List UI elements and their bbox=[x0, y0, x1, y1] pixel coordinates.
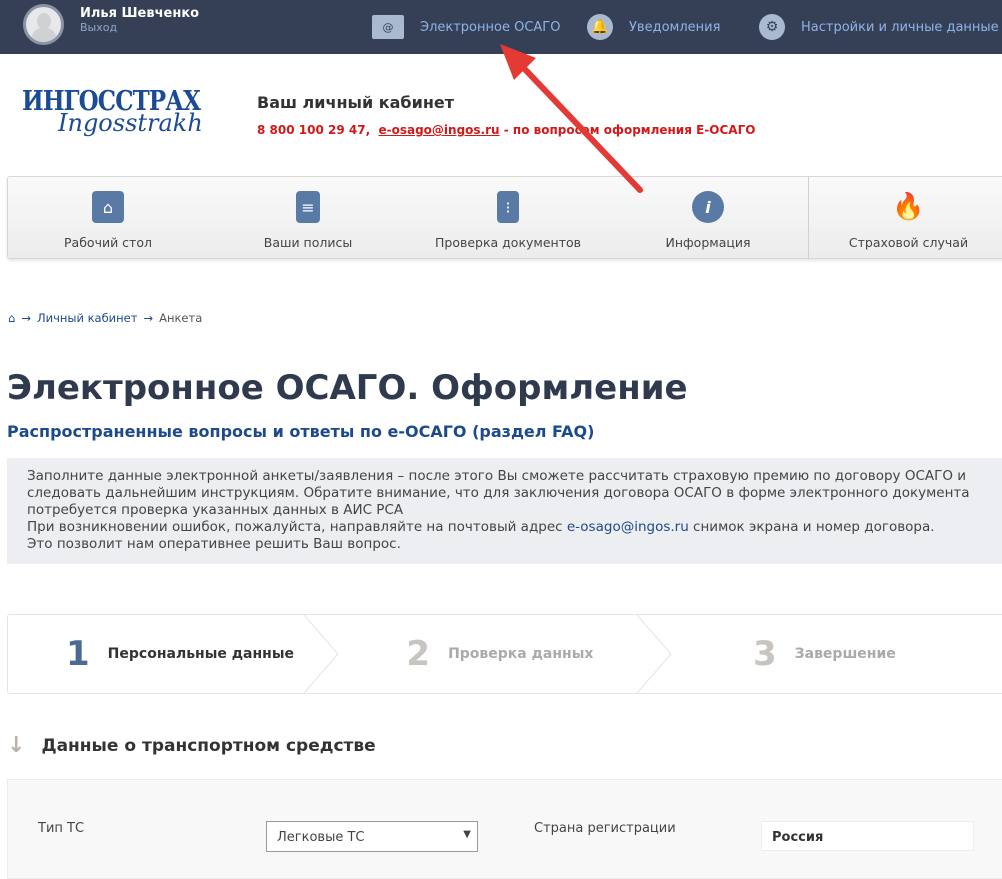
vehicle-type-select[interactable]: Легковые ТС ▼ bbox=[266, 821, 478, 852]
section-title: Данные о транспортном средстве bbox=[41, 735, 376, 756]
nav-settings[interactable]: ⚙ Настройки и личные данные bbox=[759, 0, 999, 54]
nav-label: Уведомления bbox=[629, 19, 721, 35]
nav-label: Настройки и личные данные bbox=[801, 19, 999, 35]
gear-icon: ⚙ bbox=[759, 14, 785, 40]
breadcrumb-separator: → bbox=[21, 311, 31, 325]
info-box: Заполните данные электронной анкеты/заяв… bbox=[7, 458, 1002, 564]
logo-text-ru: ИНГОССТРАХ bbox=[22, 86, 201, 117]
breadcrumb-current: Анкета bbox=[159, 311, 203, 325]
avatar[interactable] bbox=[23, 4, 64, 45]
nav-policies[interactable]: ≡ Ваши полисы bbox=[208, 177, 408, 258]
nav-information[interactable]: i Информация bbox=[608, 177, 808, 258]
calculator-icon: ⁝ bbox=[497, 191, 519, 223]
nav-label: Информация bbox=[665, 235, 751, 250]
nav-label: Рабочий стол bbox=[64, 235, 152, 250]
step-number: 1 bbox=[66, 634, 90, 674]
caret-down-icon: ▼ bbox=[463, 829, 471, 840]
step-number: 3 bbox=[753, 634, 777, 674]
contact-line: 8 800 100 29 47, e-osago@ingos.ru - по в… bbox=[257, 123, 756, 137]
faq-link[interactable]: Распространенные вопросы и ответы по е-О… bbox=[7, 422, 594, 441]
document-icon: ≡ bbox=[296, 191, 320, 223]
info-icon: i bbox=[692, 191, 724, 223]
envelope-icon: @ bbox=[372, 15, 404, 39]
step-label: Проверка данных bbox=[448, 646, 594, 662]
country-label: Страна регистрации bbox=[534, 821, 676, 836]
info-text: Это позволит нам оперативнее решить Ваш … bbox=[27, 536, 401, 552]
phone: 8 800 100 29 47 bbox=[257, 123, 366, 137]
step-chevron bbox=[304, 615, 340, 693]
step-label: Персональные данные bbox=[107, 646, 295, 662]
top-bar: Илья Шевченко Выход @ Электронное ОСАГО 🔔… bbox=[0, 0, 1002, 54]
logout-link[interactable]: Выход bbox=[80, 21, 117, 34]
vehicle-type-label: Тип ТС bbox=[38, 821, 85, 836]
step-number: 2 bbox=[406, 634, 431, 674]
step-finish[interactable]: 3 Завершение bbox=[673, 615, 1002, 693]
step-data-check[interactable]: 2 Проверка данных bbox=[340, 615, 673, 693]
arrow-down-icon: ↓ bbox=[7, 733, 26, 758]
email-link[interactable]: e-osago@ingos.ru bbox=[378, 123, 499, 137]
flame-icon: 🔥 bbox=[892, 192, 925, 222]
user-name: Илья Шевченко bbox=[80, 6, 200, 21]
step-chevron bbox=[636, 615, 672, 693]
section-header: ↓ Данные о транспортном средстве bbox=[7, 733, 376, 758]
step-personal-data[interactable]: 1 Персональные данные bbox=[8, 615, 340, 693]
info-email-link[interactable]: e-osago@ingos.ru bbox=[567, 519, 689, 535]
nav-label: Ваши полисы bbox=[263, 235, 353, 250]
nav-e-osago[interactable]: @ Электронное ОСАГО bbox=[372, 0, 560, 54]
desktop-icon: ⌂ bbox=[92, 191, 124, 223]
breadcrumb-cabinet[interactable]: Личный кабинет bbox=[37, 311, 138, 325]
breadcrumb: ⌂ → Личный кабинет → Анкета bbox=[8, 311, 202, 325]
ingosstrakh-logo[interactable]: ИНГОССТРАХ Ingosstrakh bbox=[22, 86, 232, 137]
bell-icon: 🔔 bbox=[587, 14, 613, 40]
info-text-part: снимок экрана и номер договора. bbox=[688, 519, 935, 535]
nav-label: Страховой случай bbox=[848, 235, 969, 250]
country-field[interactable]: Россия bbox=[761, 821, 974, 851]
breadcrumb-separator: → bbox=[143, 311, 154, 325]
page-title: Электронное ОСАГО. Оформление bbox=[7, 368, 688, 408]
nav-desktop[interactable]: ⌂ Рабочий стол bbox=[8, 177, 208, 258]
step-label: Завершение bbox=[794, 646, 896, 662]
nav-notifications[interactable]: 🔔 Уведомления bbox=[587, 0, 720, 54]
select-value: Легковые ТС bbox=[277, 830, 365, 845]
contact-note: - по вопросам оформления Е-ОСАГО bbox=[503, 123, 756, 137]
home-icon[interactable]: ⌂ bbox=[8, 311, 15, 325]
nav-documents-check[interactable]: ⁝ Проверка документов bbox=[408, 177, 608, 258]
nav-label: Проверка документов bbox=[435, 235, 581, 250]
nav-insurance-case[interactable]: 🔥 Страховой случай bbox=[808, 177, 1002, 258]
main-nav: ⌂ Рабочий стол ≡ Ваши полисы ⁝ Проверка док… bbox=[7, 176, 1002, 259]
info-text-part: При возникновении ошибок, пожалуйста, на… bbox=[27, 519, 567, 535]
info-text: При возникновении ошибок, пожалуйста, на… bbox=[27, 519, 1002, 536]
cabinet-title: Ваш личный кабинет bbox=[257, 93, 454, 112]
info-text: Заполните данные электронной анкеты/заяв… bbox=[27, 468, 970, 518]
nav-label: Электронное ОСАГО bbox=[420, 19, 561, 35]
progress-steps: 1 Персональные данные 2 Проверка данных 3 З… bbox=[7, 614, 1002, 694]
